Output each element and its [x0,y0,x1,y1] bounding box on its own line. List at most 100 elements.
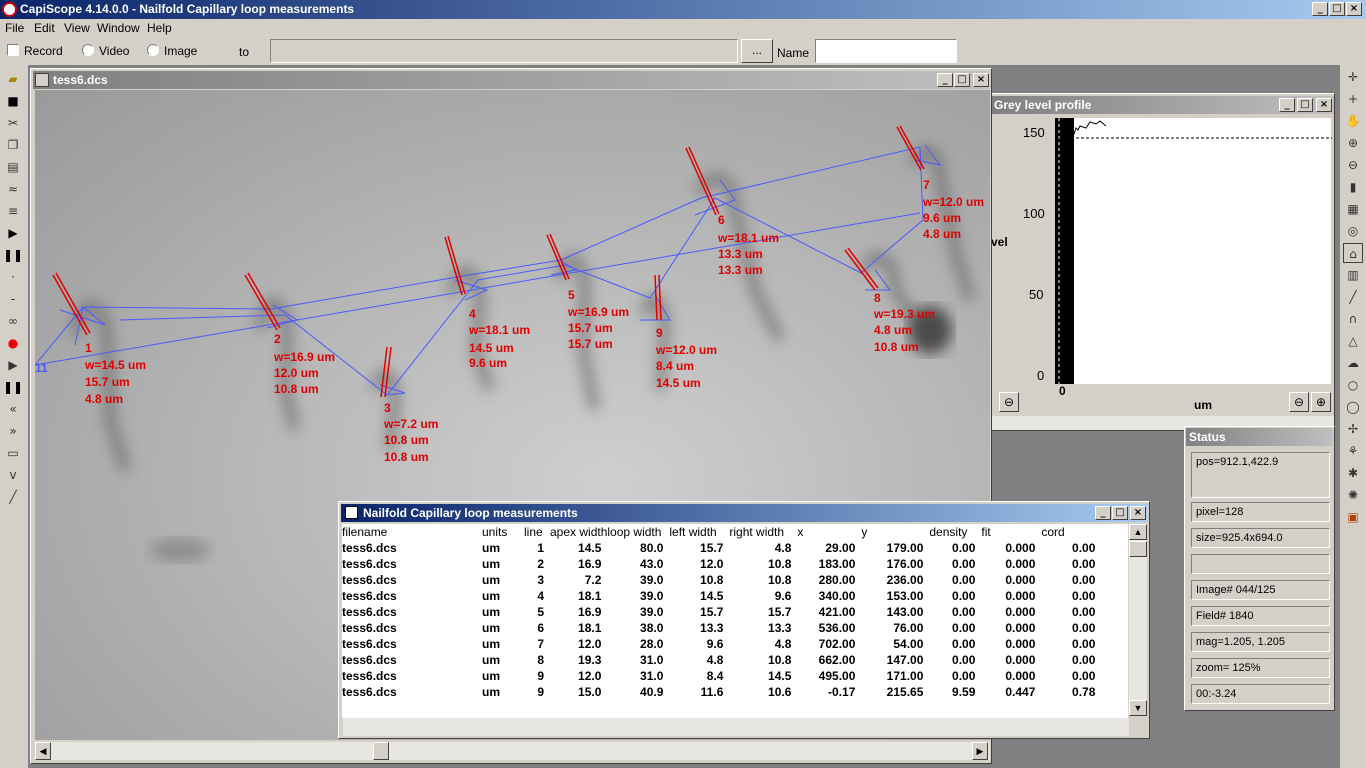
table-row[interactable]: tess6.dcs um 2 16.9 43.0 12.0 10.8 183.00 176.00… [342,556,1101,572]
table-row[interactable]: tess6.dcs um 1 14.5 80.0 15.7 4.8 29.00 179.00 0.… [342,540,1101,556]
hand-icon[interactable]: ✋ [1343,111,1363,131]
menu-view[interactable]: View [64,21,90,35]
grey-zoom-out-icon[interactable]: ⊖ [1289,392,1309,412]
browse-button[interactable]: ... [741,39,773,63]
v-icon[interactable]: v [3,465,23,485]
menu-edit[interactable]: Edit [34,21,55,35]
lines-icon[interactable]: ≡ [3,201,23,221]
close-button[interactable]: × [1346,2,1362,16]
scroll-right-arrow[interactable]: ▶ [972,742,988,760]
bug-icon[interactable]: ✱ [1343,463,1363,483]
table-cell: tess6.dcs [342,573,397,587]
cross-icon[interactable]: ✢ [1343,419,1363,439]
scroll-down-arrow[interactable]: ▼ [1129,700,1147,716]
name-input[interactable] [815,39,957,63]
line-tool-icon[interactable]: ╱ [3,487,23,507]
record-checkbox[interactable] [7,44,19,56]
table-icon [345,506,358,519]
table-row[interactable]: tess6.dcs um 9 15.0 40.9 11.6 10.6 -0.17 215.65 9… [342,684,1101,700]
menu-help[interactable]: Help [147,21,172,35]
play-small-icon[interactable]: ▶ [3,355,23,375]
minimize-button[interactable]: _ [1312,2,1328,16]
play-icon[interactable]: ▶ [3,223,23,243]
branch-icon[interactable]: ⚘ [1343,441,1363,461]
grey-profile-minimize[interactable]: _ [1279,98,1295,112]
table-row[interactable]: tess6.dcs um 8 19.3 31.0 4.8 10.8 662.00 147.00 0… [342,652,1101,668]
crosshair-icon[interactable]: ✛ [1343,67,1363,87]
menu-file[interactable]: File [5,21,24,35]
bucket-icon[interactable]: ▮ [1343,177,1363,197]
grey-profile-close[interactable]: × [1316,98,1332,112]
path-field[interactable] [270,39,738,63]
image-window-close[interactable]: × [973,73,989,87]
table-row[interactable]: tess6.dcs um 6 18.1 38.0 13.3 13.3 536.00 76.00 0… [342,620,1101,636]
wave-icon[interactable]: ≈ [3,179,23,199]
circle-icon[interactable]: ○ [1343,375,1363,395]
curve-icon[interactable]: ∩ [1343,309,1363,329]
measurements-maximize[interactable]: □ [1112,506,1128,520]
table-cell: 14.5 [700,589,724,603]
scroll-left-arrow[interactable]: ◀ [35,742,51,760]
pause-icon[interactable]: ❚❚ [3,245,23,265]
table-row[interactable]: tess6.dcs um 5 16.9 39.0 15.7 15.7 421.00 143.00… [342,604,1101,620]
ellipse-icon[interactable]: ◯ [1343,397,1363,417]
video-radio[interactable] [82,44,94,56]
copy-icon[interactable]: ❐ [3,135,23,155]
table-cell: 0.000 [1005,557,1036,571]
maximize-button[interactable]: □ [1329,2,1345,16]
grid-icon[interactable]: ▦ [1343,199,1363,219]
dash-icon[interactable]: - [3,289,23,309]
table-cell: 4.8 [706,653,724,667]
cut-icon[interactable]: ✂ [3,113,23,133]
image-tool-icon[interactable]: ▣ [1343,507,1363,527]
line-measure-icon[interactable]: ╱ [1343,287,1363,307]
table-row[interactable]: tess6.dcs um 7 12.0 28.0 9.6 4.8 702.00 54.00 0.0… [342,636,1101,652]
table-row[interactable]: tess6.dcs um 9 12.0 31.0 8.4 14.5 495.00 171.00 0… [342,668,1101,684]
star-icon[interactable]: ✺ [1343,485,1363,505]
measurements-minimize[interactable]: _ [1095,506,1111,520]
zoom-out-icon[interactable]: ⊖ [1343,155,1363,175]
menu-bar: File Edit View Window Help [0,19,1366,37]
table-cell: 7 [537,637,544,651]
pause-small-icon[interactable]: ❚❚ [3,377,23,397]
polygon-icon[interactable]: △ [1343,331,1363,351]
vertical-scroll-thumb[interactable] [1129,541,1147,557]
table-cell: 31.0 [640,669,664,683]
measurements-horizontal-scrollbar[interactable] [343,718,1129,736]
record-icon[interactable]: ● [3,333,23,353]
fast-forward-icon[interactable]: » [3,421,23,441]
freehand-icon[interactable]: ☁ [1343,353,1363,373]
dot-icon[interactable]: · [3,267,23,287]
grey-zoom-out-left-icon[interactable]: ⊖ [999,392,1019,412]
table-row[interactable]: tess6.dcs um 3 7.2 39.0 10.8 10.8 280.00 236.00 0… [342,572,1101,588]
rewind-icon[interactable]: « [3,399,23,419]
scroll-up-arrow[interactable]: ▲ [1129,524,1147,540]
measurements-close[interactable]: × [1130,506,1146,520]
glasses-icon[interactable]: ∞ [3,311,23,331]
status-field: Field# 1840 [1191,606,1330,626]
grey-profile-maximize[interactable]: □ [1297,98,1313,112]
histogram-icon[interactable]: ▥ [1343,265,1363,285]
zoom-in-icon[interactable]: ⊕ [1343,133,1363,153]
save-icon[interactable]: ■ [3,91,23,111]
table-cell: 0.78 [1072,685,1096,699]
image-window-minimize[interactable]: _ [937,73,953,87]
table-cell: 236.00 [886,573,924,587]
image-horizontal-scrollbar[interactable]: ◀ ▶ [35,742,990,760]
image-window-maximize[interactable]: □ [954,73,970,87]
menu-window[interactable]: Window [97,21,140,35]
grey-zoom-in-icon[interactable]: ⊕ [1311,392,1331,412]
plus-icon[interactable]: + [1343,89,1363,109]
column-header-units: units [482,525,508,539]
target-icon[interactable]: ◎ [1343,221,1363,241]
table-cell: 0.000 [1005,573,1036,587]
image-radio[interactable] [147,44,159,56]
tape-icon[interactable]: ▭ [3,443,23,463]
measurements-vertical-scrollbar[interactable]: ▲ ▼ [1129,524,1147,716]
table-row[interactable]: tess6.dcs um 4 18.1 39.0 14.5 9.6 340.00 153.00 0… [342,588,1101,604]
open-folder-icon[interactable]: ▰ [3,69,23,89]
paste-icon[interactable]: ▤ [3,157,23,177]
name-label: Name [777,46,810,60]
loop-measure-icon[interactable]: ⌂ [1343,243,1363,263]
scroll-thumb[interactable] [373,742,389,760]
